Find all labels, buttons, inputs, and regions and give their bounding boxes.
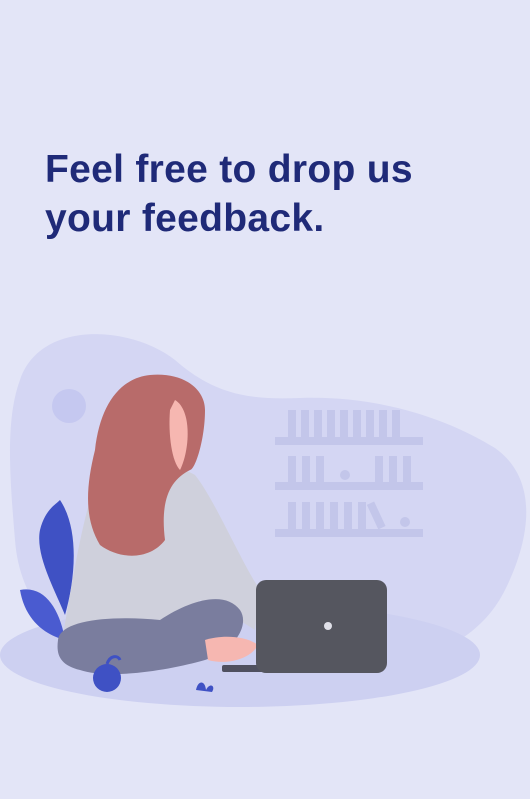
laptop-logo [324, 622, 332, 630]
headline-line-2: your feedback. [45, 197, 325, 240]
feedback-headline: Feel free to drop us your feedback. [45, 145, 515, 243]
person-with-laptop-illustration [0, 334, 527, 707]
apple [93, 664, 121, 692]
headline-line-1: Feel free to drop us [45, 148, 413, 191]
laptop-screen [256, 580, 387, 673]
feedback-panel: Feel free to drop us your feedback. [0, 0, 530, 799]
moon-circle [52, 389, 86, 423]
